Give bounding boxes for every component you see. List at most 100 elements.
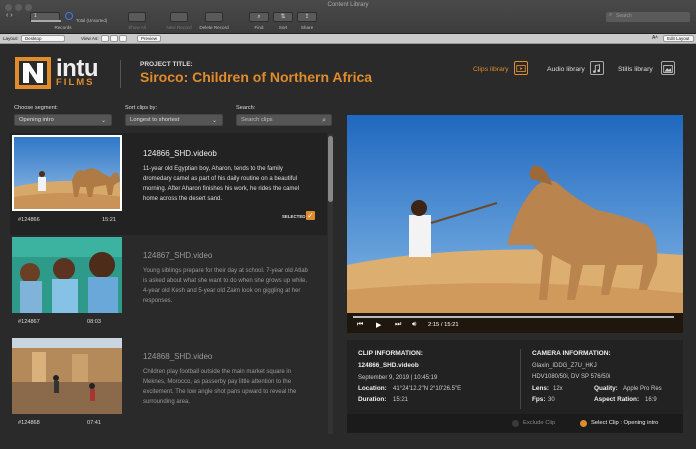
video-time: 2:15 / 15:21 <box>428 322 459 328</box>
layout-value: Desktop <box>25 36 42 41</box>
clip-id: #124868 <box>18 420 40 426</box>
clip-id: #124866 <box>18 217 40 223</box>
audio-library-icon[interactable] <box>590 61 604 75</box>
prev-record-icon[interactable]: ‹ › <box>6 12 13 19</box>
clip-id: #124867 <box>18 319 40 325</box>
show-all-button[interactable] <box>128 12 146 22</box>
segment-select[interactable]: Opening intro ⌄ <box>14 114 112 126</box>
lens-value: 12x <box>553 386 563 392</box>
font-size-icon[interactable]: Aᴬ <box>652 35 658 41</box>
camera-model: Glaxin_IDDG_Z7U_HKJ <box>532 363 597 369</box>
view-as-list-button[interactable] <box>110 35 118 42</box>
scrollbar-thumb[interactable] <box>328 136 333 202</box>
view-as-table-button[interactable] <box>119 35 127 42</box>
delete-record-label: Delete Record <box>199 25 229 30</box>
stills-library-icon[interactable] <box>661 61 675 75</box>
exclude-clip-label[interactable]: Exclude Clip <box>523 420 555 426</box>
edit-layout-button[interactable]: Edit Layout <box>663 35 694 42</box>
records-pie-icon <box>65 12 73 20</box>
sort-label: Sort <box>278 25 288 30</box>
toolbar-search-placeholder: Search <box>616 13 632 19</box>
skip-back-icon[interactable]: ⏮ <box>357 321 363 329</box>
clip-duration: 08:03 <box>87 319 101 325</box>
tab-clips-library[interactable]: Clips library <box>473 66 509 73</box>
project-title: Siroco: Children of Northern Africa <box>140 69 373 85</box>
chevron-down-icon: ⌄ <box>211 118 217 124</box>
delete-record-button[interactable] <box>205 12 223 22</box>
clip-duration: 07:41 <box>87 420 101 426</box>
info-divider <box>520 349 521 409</box>
new-record-label: New Record <box>166 25 192 30</box>
edit-layout-label: Edit Layout <box>667 36 690 41</box>
video-seek-bar[interactable] <box>353 316 674 318</box>
clip-list-item[interactable]: #124868 07:41 124868_SHD.video Children … <box>10 336 327 434</box>
clip-description: Young siblings prepare for their day at … <box>143 268 308 304</box>
search-clips-input[interactable]: Search clips ⌕ <box>236 114 332 126</box>
clip-info-datetime: September 9, 2019 | 10:45:19 <box>358 375 438 381</box>
clip-thumbnail[interactable] <box>12 135 122 211</box>
search-clips-placeholder: Search clips <box>241 117 273 123</box>
record-slider[interactable] <box>31 20 61 22</box>
duration-label: Duration: <box>358 396 387 403</box>
clip-info-filename: 124866_SHD.videob <box>358 362 419 369</box>
select-clip-label[interactable]: Select Clip : Opening intro <box>591 420 658 426</box>
share-button[interactable]: ⇪ <box>297 12 317 22</box>
duration-value: 15:21 <box>393 397 409 403</box>
video-player[interactable] <box>347 115 683 333</box>
toolbar-search-input[interactable]: ⌕ Search <box>606 12 690 22</box>
clip-select-checkbox[interactable]: ✓ <box>306 211 315 220</box>
selected-label: SELECTED <box>282 214 306 219</box>
volume-icon[interactable]: 🔊︎ <box>412 321 416 329</box>
segment-value: Opening intro <box>19 117 54 123</box>
preview-label: Preview <box>141 36 158 41</box>
location-value: 41°24'12.2"N 2°10'26.5"E <box>393 386 462 392</box>
clips-library-icon[interactable] <box>514 61 528 75</box>
find-button[interactable]: ⌕ <box>249 12 269 22</box>
sort-clips-select[interactable]: Longest to shortest ⌄ <box>125 114 223 126</box>
aspect-value: 16:9 <box>645 397 657 403</box>
video-frame <box>347 115 683 333</box>
view-as-form-button[interactable] <box>101 35 109 42</box>
tab-stills-library[interactable]: Stills library <box>618 66 653 73</box>
window-title: Content Library <box>327 2 369 8</box>
sort-clips-label: Sort clips by: <box>125 105 158 111</box>
project-title-label: PROJECT TITLE: <box>140 61 193 68</box>
exclude-clip-radio[interactable] <box>512 420 519 427</box>
sort-clips-value: Longest to shortest <box>130 117 180 123</box>
chevron-down-icon: ⌄ <box>100 118 106 124</box>
clip-name: 124866_SHD.videob <box>143 149 217 158</box>
clip-info-heading: CLIP INFORMATION: <box>358 350 423 357</box>
clip-list-item[interactable]: #124867 08:03 124867_SHD.video Young sib… <box>10 235 327 337</box>
new-record-button[interactable] <box>170 12 188 22</box>
play-icon[interactable]: ▶ <box>376 321 381 329</box>
clip-thumbnail[interactable] <box>12 338 122 414</box>
records-label: Records <box>54 25 72 30</box>
clip-description: Children play football outside the main … <box>143 369 297 405</box>
layout-select[interactable]: Desktop <box>21 35 65 42</box>
quality-label: Quality: <box>594 385 618 392</box>
layout-label: Layout: <box>3 36 19 41</box>
clip-name: 124867_SHD.video <box>143 251 213 260</box>
preview-button[interactable]: Preview <box>137 35 162 42</box>
clip-thumbnail[interactable] <box>12 237 122 313</box>
total-label: Total (Unsorted) <box>76 18 108 23</box>
search-icon: ⌕ <box>322 117 326 124</box>
quality-value: Apple Pro Res <box>623 386 662 392</box>
find-label: Find <box>254 25 264 30</box>
select-clip-radio[interactable] <box>580 420 587 427</box>
location-label: Location: <box>358 385 387 392</box>
search-label: Search: <box>236 105 256 111</box>
clip-list-item[interactable]: #124866 15:21 124866_SHD.videob 11-year … <box>10 133 327 235</box>
tab-audio-library[interactable]: Audio library <box>547 66 585 73</box>
share-label: Share <box>300 25 314 30</box>
search-icon: ⌕ <box>609 12 613 18</box>
camera-format: HDV1080/50i, DV SP 576/50i <box>532 374 611 380</box>
fps-label: Fps: <box>532 396 546 403</box>
view-as-label: View As: <box>81 36 99 41</box>
aspect-label: Aspect Ration: <box>594 396 640 403</box>
segment-label: Choose segment: <box>14 105 58 111</box>
header-divider <box>120 60 121 88</box>
skip-forward-icon[interactable]: ⏭ <box>395 321 401 329</box>
show-all-label: Show All <box>128 25 146 30</box>
sort-button[interactable]: ⇅ <box>273 12 293 22</box>
